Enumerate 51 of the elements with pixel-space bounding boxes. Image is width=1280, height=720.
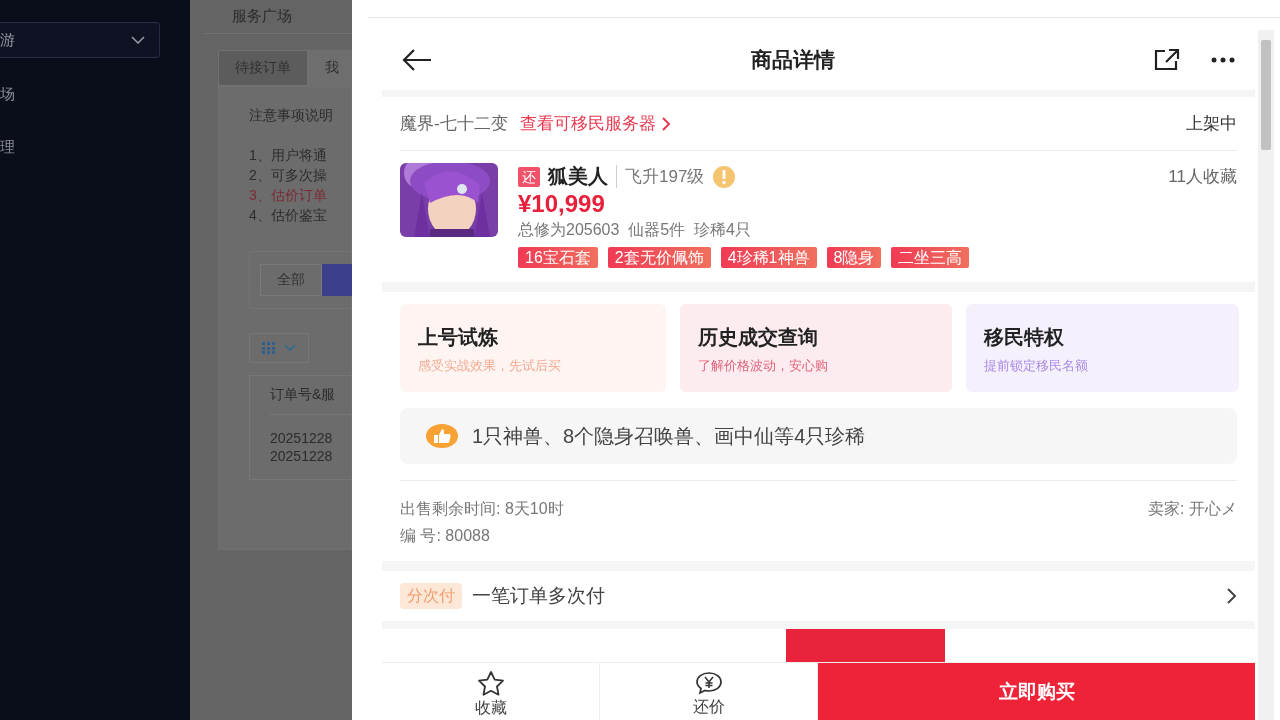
column-header: 订单号&服 [270,386,336,404]
remaining-time: 出售剩余时间: 8天10时 [400,499,564,519]
scrollbar[interactable] [1258,30,1274,720]
listing-status: 上架中 [1186,113,1237,135]
feature-tag: 二坐三高 [891,247,970,268]
feature-card[interactable]: 历史成交查询 了解价格波动，安心购 [680,304,952,392]
page-title: 商品详情 [750,47,835,73]
feature-tag: 2套无价佩饰 [607,247,711,268]
chevron-right-icon [661,116,671,131]
installment-text: 一笔订单多次付 [472,584,605,608]
note-text: 3、估价订单 [249,187,327,203]
chevron-right-icon [1227,588,1237,604]
thumbs-up-icon [426,424,458,448]
feature-tag: 8隐身 [826,247,882,268]
grid-icon [262,342,276,354]
selected-tab[interactable] [786,629,945,663]
share-icon[interactable] [1153,48,1181,72]
bargain-badge: 还 [518,166,540,187]
back-arrow-icon[interactable] [402,49,432,71]
more-icon[interactable] [1211,57,1235,63]
server-name: 魔界-七十二变 [400,113,508,135]
star-icon [475,670,506,696]
listing-number: 编 号: 80088 [400,527,490,544]
notes-title: 注意事项说明 [249,107,333,123]
price: ¥10,999 [518,190,605,217]
table-cell: 20251228 [270,448,333,464]
feature-card[interactable]: 上号试炼 感受实战效果，先试后买 [400,304,666,392]
installment-tag: 分次付 [400,583,462,609]
note-text: 4、估价鉴宝 [249,207,327,223]
installment-row[interactable]: 分次付 一笔订单多次付 [382,571,1255,621]
sidebar-item[interactable]: 场 [0,85,15,104]
price-chat-icon [694,671,723,695]
page-title: 服务广场 [232,7,292,26]
feature-tag: 4珍稀1神兽 [720,247,817,268]
note-text: 2、可多次操 [249,167,327,183]
table-cell: 20251228 [270,430,333,446]
feature-card[interactable]: 移民特权 提前锁定移民名额 [966,304,1239,392]
buy-now-button[interactable]: 立即购买 [818,663,1255,720]
sidebar-item[interactable]: 理 [0,138,15,157]
character-stats: 总修为205603 仙器5件 珍稀4只 [518,221,751,238]
feature-tag: 16宝石套 [518,247,598,268]
note-text: 1、用户将通 [249,147,327,163]
seller-name: 卖家: 开心メ [1148,499,1237,519]
highlight-text: 1只神兽、8个隐身召唤兽、画中仙等4只珍稀 [472,423,866,449]
favorites-count: 11人收藏 [1168,166,1237,188]
character-name: 狐美人 [548,164,608,189]
game-select[interactable]: 游 [0,22,160,58]
chevron-down-icon [131,36,145,44]
migration-servers-link[interactable]: 查看可移民服务器 [519,112,671,135]
character-level: 飞升197级 [616,165,705,188]
chevron-down-icon [284,344,296,352]
